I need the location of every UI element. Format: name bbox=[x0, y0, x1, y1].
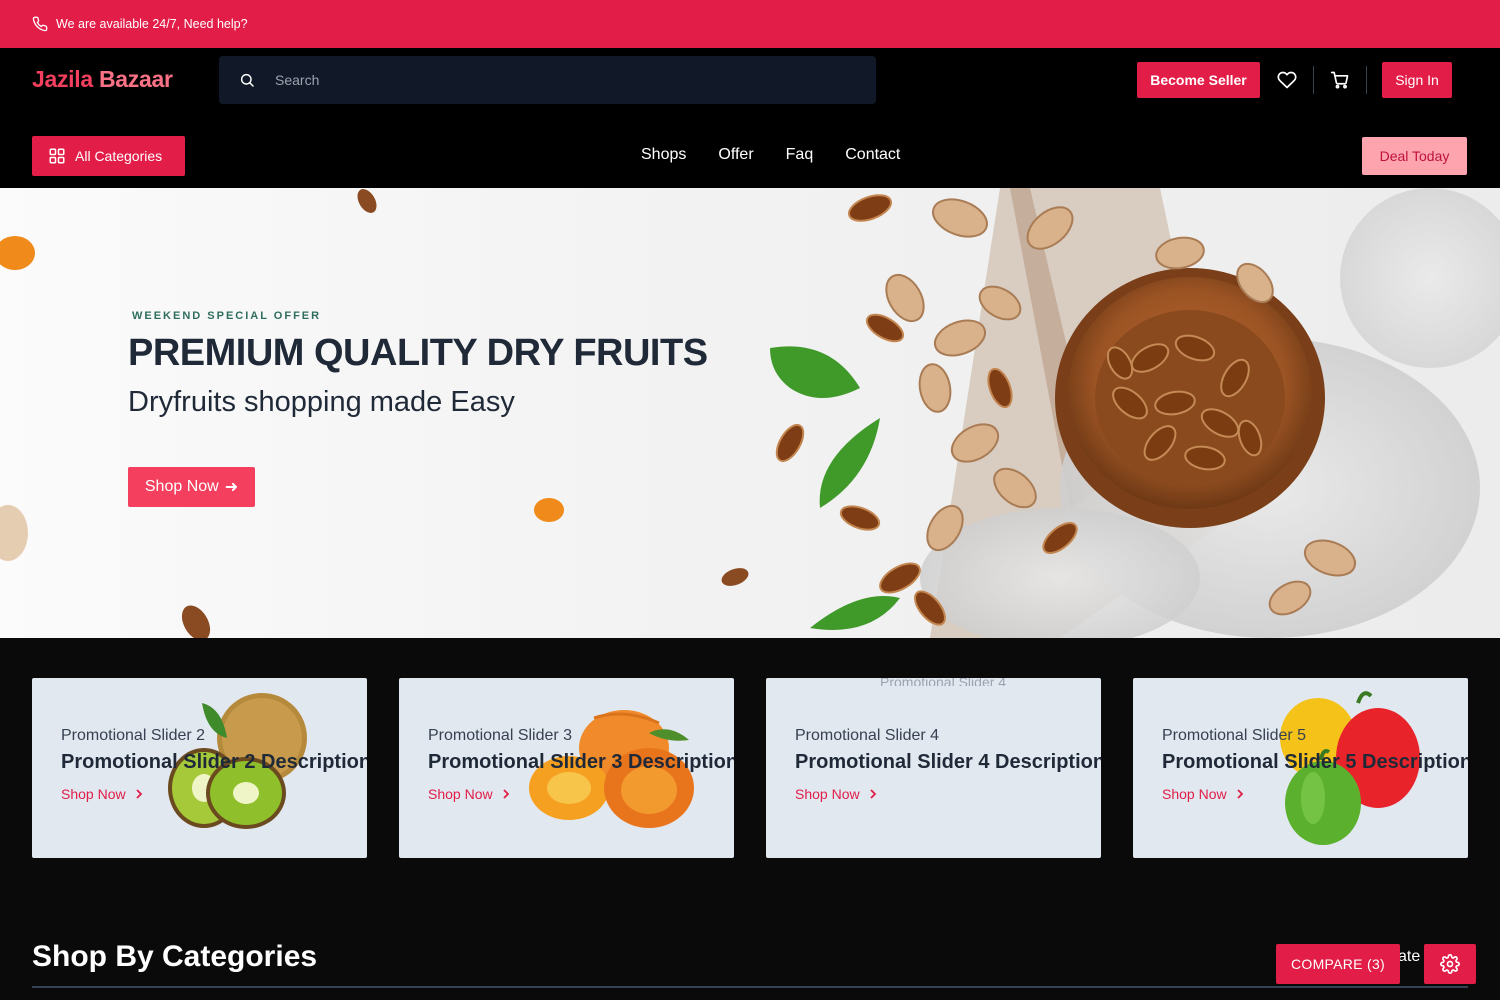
site-logo[interactable]: Jazila Bazaar bbox=[32, 66, 173, 93]
promo-description: Promotional Slider 3 Description bbox=[428, 751, 734, 773]
logo-part-1: Jazila bbox=[32, 66, 93, 92]
nav-link-shops[interactable]: Shops bbox=[641, 146, 686, 164]
broken-image-alt: Promotional Slider 4 bbox=[880, 678, 1007, 686]
all-categories-button[interactable]: All Categories bbox=[32, 136, 185, 176]
main-header: Jazila Bazaar Become Seller Sign In bbox=[0, 48, 1500, 112]
promo-shop-now-label: Shop Now bbox=[428, 786, 493, 802]
promo-shop-now-link[interactable]: Shop Now bbox=[1162, 786, 1245, 802]
promo-title: Promotional Slider 2 bbox=[61, 727, 206, 744]
main-nav: All Categories Shops Offer Faq Contact D… bbox=[0, 112, 1500, 188]
search-input[interactable] bbox=[275, 72, 876, 88]
promo-shop-now-link[interactable]: Shop Now bbox=[428, 786, 511, 802]
header-divider bbox=[1313, 66, 1314, 94]
promo-card[interactable]: Promotional Slider 4 Promotional Slider … bbox=[766, 678, 1101, 858]
hero-subtitle: Dryfruits shopping made Easy bbox=[128, 386, 515, 418]
help-text: We are available 24/7, Need help? bbox=[56, 17, 248, 31]
nav-link-faq[interactable]: Faq bbox=[786, 146, 814, 164]
sign-in-button[interactable]: Sign In bbox=[1382, 62, 1452, 98]
promo-title: Promotional Slider 4 bbox=[795, 727, 940, 744]
chevron-right-icon bbox=[135, 789, 142, 799]
promo-shop-now-label: Shop Now bbox=[795, 786, 860, 802]
chevron-right-icon bbox=[869, 789, 876, 799]
promo-shop-now-link[interactable]: Shop Now bbox=[61, 786, 144, 802]
section-divider bbox=[32, 986, 1468, 988]
top-help-bar: We are available 24/7, Need help? bbox=[0, 0, 1500, 48]
search-icon[interactable] bbox=[219, 72, 275, 88]
section-title: Shop By Categories bbox=[32, 940, 318, 973]
deal-today-button[interactable]: Deal Today bbox=[1362, 137, 1467, 175]
promo-title: Promotional Slider 5 bbox=[1162, 727, 1307, 744]
promo-sliders: Promotional Slider 2 Promotional Slider … bbox=[32, 678, 1468, 858]
promo-title: Promotional Slider 3 bbox=[428, 727, 573, 744]
gear-icon bbox=[1440, 954, 1460, 974]
promo-shop-now-link[interactable]: Shop Now bbox=[795, 786, 878, 802]
grid-icon bbox=[49, 148, 65, 164]
hero-banner: WEEKEND SPECIAL OFFER PREMIUM QUALITY DR… bbox=[0, 188, 1500, 638]
hero-eyebrow: WEEKEND SPECIAL OFFER bbox=[132, 310, 322, 322]
promo-description: Promotional Slider 4 Description bbox=[795, 751, 1101, 773]
logo-part-2: Bazaar bbox=[98, 66, 173, 92]
section-peek-text: ate bbox=[1398, 948, 1421, 965]
hero-shop-now-label: Shop Now bbox=[144, 478, 219, 495]
search-bar bbox=[219, 56, 876, 104]
compare-button[interactable]: COMPARE (3) bbox=[1276, 944, 1400, 984]
promo-card[interactable]: Promotional Slider 3 Promotional Slider … bbox=[399, 678, 734, 858]
become-seller-button[interactable]: Become Seller bbox=[1137, 62, 1260, 98]
nav-links: Shops Offer Faq Contact bbox=[641, 146, 932, 164]
heart-icon[interactable] bbox=[1275, 68, 1299, 92]
cart-icon[interactable] bbox=[1328, 68, 1352, 92]
chevron-right-icon bbox=[502, 789, 509, 799]
nav-link-offer[interactable]: Offer bbox=[718, 146, 753, 164]
promo-description: Promotional Slider 5 Description bbox=[1162, 751, 1468, 773]
phone-icon bbox=[32, 16, 48, 32]
promo-shop-now-label: Shop Now bbox=[61, 786, 126, 802]
chevron-right-icon bbox=[1236, 789, 1243, 799]
promo-shop-now-label: Shop Now bbox=[1162, 786, 1227, 802]
nav-link-contact[interactable]: Contact bbox=[845, 146, 900, 164]
promo-card[interactable]: Promotional Slider 5 Promotional Slider … bbox=[1133, 678, 1468, 858]
hero-title: PREMIUM QUALITY DRY FRUITS bbox=[128, 332, 708, 374]
header-divider bbox=[1366, 66, 1367, 94]
all-categories-label: All Categories bbox=[75, 148, 163, 164]
promo-description: Promotional Slider 2 Description bbox=[61, 751, 367, 773]
arrow-right-icon: ➜ bbox=[224, 479, 239, 496]
hero-shop-now-button[interactable]: Shop Now ➜ bbox=[128, 467, 255, 507]
promo-card[interactable]: Promotional Slider 2 Promotional Slider … bbox=[32, 678, 367, 858]
settings-button[interactable] bbox=[1424, 944, 1476, 984]
